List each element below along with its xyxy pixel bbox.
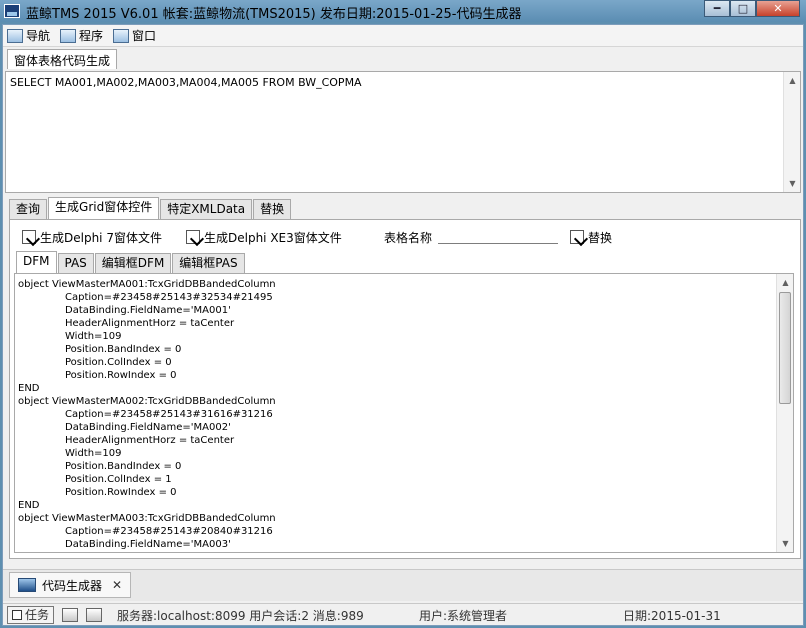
code-line: END bbox=[18, 383, 40, 394]
table-name-input[interactable] bbox=[438, 226, 558, 244]
scroll-down-icon[interactable]: ▼ bbox=[779, 537, 792, 550]
menu-window[interactable]: 窗口 bbox=[113, 27, 156, 44]
task-button[interactable]: 任务 bbox=[7, 605, 55, 624]
replace-icon bbox=[570, 230, 584, 244]
code-line: object ViewMasterMA001:TcxGridDBBandedCo… bbox=[18, 279, 276, 290]
scroll-up-icon[interactable]: ▲ bbox=[779, 276, 792, 289]
close-tab-icon[interactable]: ✕ bbox=[112, 578, 122, 592]
menu-program-label: 程序 bbox=[79, 29, 104, 43]
code-line: Caption=#23458#25143#32534#21495 bbox=[65, 292, 273, 303]
window-controls: ━ □ ✕ bbox=[704, 0, 800, 18]
generate-delphi-xe3-button[interactable]: 生成Delphi XE3窗体文件 bbox=[186, 228, 342, 246]
code-line: END bbox=[18, 500, 40, 511]
code-line: Width=109 bbox=[65, 331, 122, 342]
code-output[interactable]: object ViewMasterMA001:TcxGridDBBandedCo… bbox=[14, 273, 794, 553]
close-button[interactable]: ✕ bbox=[756, 0, 800, 17]
sql-text: SELECT MA001,MA002,MA003,MA004,MA005 FRO… bbox=[10, 76, 362, 89]
main-tabs: 查询 生成Grid窗体控件 特定XMLData 替换 bbox=[9, 197, 292, 219]
menu-navigation-label: 导航 bbox=[26, 29, 51, 43]
date-status: 日期:2015-01-31 bbox=[623, 609, 721, 623]
tab-panel-generate-grid: 生成Delphi 7窗体文件 生成Delphi XE3窗体文件 表格名称 替换 … bbox=[9, 219, 801, 559]
scroll-down-icon[interactable]: ▼ bbox=[786, 177, 799, 190]
program-icon bbox=[60, 28, 77, 43]
menu-bar: 导航 程序 窗口 bbox=[3, 25, 803, 47]
scroll-thumb[interactable] bbox=[779, 292, 791, 404]
code-line: Caption=#23458#25143#31616#31216 bbox=[65, 409, 273, 420]
code-line: Position.RowIndex = 0 bbox=[65, 487, 177, 498]
window-title: 蓝鲸TMS 2015 V6.01 帐套:蓝鲸物流(TMS2015) 发布日期:2… bbox=[26, 7, 522, 22]
code-line: DataBinding.FieldName='MA001' bbox=[65, 305, 231, 316]
server-status: 服务器:localhost:8099 用户会话:2 消息:989 bbox=[117, 609, 364, 623]
user-status: 用户:系统管理者 bbox=[419, 609, 508, 623]
tab-dfm[interactable]: DFM bbox=[16, 251, 57, 273]
settings-icon[interactable] bbox=[86, 607, 103, 622]
tab-generate-grid[interactable]: 生成Grid窗体控件 bbox=[48, 197, 160, 219]
tab-code-generator-label: 代码生成器 bbox=[42, 578, 103, 593]
code-line: object ViewMasterMA002:TcxGridDBBandedCo… bbox=[18, 396, 276, 407]
code-line: Position.ColIndex = 0 bbox=[65, 357, 172, 368]
tab-query[interactable]: 查询 bbox=[9, 199, 48, 219]
code-line: HeaderAlignmentHorz = taCenter bbox=[65, 318, 235, 329]
edit-icon[interactable] bbox=[62, 607, 79, 622]
replace-label: 替换 bbox=[588, 230, 613, 245]
window-icon bbox=[113, 28, 130, 43]
task-label: 任务 bbox=[25, 608, 50, 622]
code-generator-icon bbox=[18, 578, 36, 592]
code-line: Position.ColIndex = 1 bbox=[65, 474, 172, 485]
sql-scrollbar[interactable]: ▲ ▼ bbox=[783, 72, 800, 192]
menu-navigation[interactable]: 导航 bbox=[7, 27, 50, 44]
menu-window-label: 窗口 bbox=[132, 29, 157, 43]
generate-icon bbox=[186, 230, 200, 244]
code-line: DataBinding.FieldName='MA002' bbox=[65, 422, 231, 433]
code-lines: object ViewMasterMA001:TcxGridDBBandedCo… bbox=[18, 278, 773, 551]
navigation-icon bbox=[7, 28, 23, 43]
generate-delphi7-button[interactable]: 生成Delphi 7窗体文件 bbox=[22, 228, 162, 246]
table-name-label: 表格名称 bbox=[384, 230, 433, 245]
generate-icon bbox=[22, 230, 36, 244]
tab-edit-dfm[interactable]: 编辑框DFM bbox=[94, 253, 172, 273]
title-bar: 蓝鲸TMS 2015 V6.01 帐套:蓝鲸物流(TMS2015) 发布日期:2… bbox=[0, 0, 806, 22]
maximize-button[interactable]: □ bbox=[730, 0, 756, 17]
sub-tabs: DFM PAS 编辑框DFM 编辑框PAS bbox=[16, 251, 246, 273]
code-line: DataBinding.FieldName='MA003' bbox=[65, 539, 231, 550]
tab-form-grid-codegen[interactable]: 窗体表格代码生成 bbox=[7, 49, 118, 69]
task-icon bbox=[12, 609, 22, 620]
code-line: Position.BandIndex = 0 bbox=[65, 344, 182, 355]
open-windows-bar: 代码生成器 ✕ bbox=[3, 569, 803, 601]
code-line: Width=109 bbox=[65, 448, 122, 459]
scroll-up-icon[interactable]: ▲ bbox=[786, 74, 799, 87]
tab-xmldata[interactable]: 特定XMLData bbox=[160, 199, 253, 219]
tab-replace[interactable]: 替换 bbox=[253, 199, 292, 219]
code-line: HeaderAlignmentHorz = taCenter bbox=[65, 435, 235, 446]
tab-pas[interactable]: PAS bbox=[57, 253, 94, 273]
code-line: Position.RowIndex = 0 bbox=[65, 370, 177, 381]
code-line: Caption=#23458#25143#20840#31216 bbox=[65, 526, 273, 537]
sql-editor[interactable]: SELECT MA001,MA002,MA003,MA004,MA005 FRO… bbox=[5, 71, 801, 193]
code-line: object ViewMasterMA003:TcxGridDBBandedCo… bbox=[18, 513, 276, 524]
tab-edit-pas[interactable]: 编辑框PAS bbox=[172, 253, 245, 273]
main-window: 导航 程序 窗口 窗体表格代码生成 SELECT MA001,MA002,MA0… bbox=[2, 24, 804, 626]
code-line: Position.BandIndex = 0 bbox=[65, 461, 182, 472]
code-scrollbar[interactable]: ▲ ▼ bbox=[776, 274, 793, 552]
generate-delphi7-label: 生成Delphi 7窗体文件 bbox=[40, 230, 162, 245]
status-bar: 任务 服务器:localhost:8099 用户会话:2 消息:989 用户:系… bbox=[3, 603, 803, 625]
tab-code-generator[interactable]: 代码生成器 ✕ bbox=[9, 572, 132, 598]
menu-program[interactable]: 程序 bbox=[60, 27, 103, 44]
generate-delphi-xe3-label: 生成Delphi XE3窗体文件 bbox=[204, 230, 342, 245]
app-icon bbox=[4, 4, 20, 18]
minimize-button[interactable]: ━ bbox=[704, 0, 730, 17]
replace-button[interactable]: 替换 bbox=[570, 228, 612, 246]
